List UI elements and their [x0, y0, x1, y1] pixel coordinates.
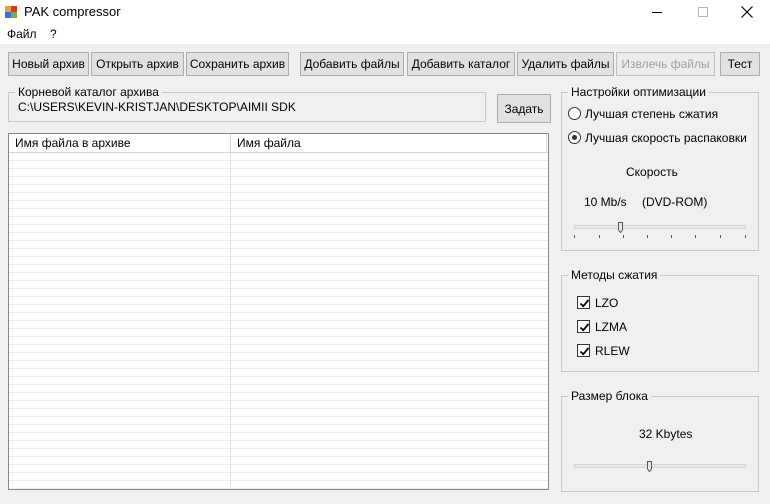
title-bar: PAK compressor: [0, 0, 770, 24]
test-button[interactable]: Тест: [720, 52, 760, 76]
checkbox-rlew[interactable]: [577, 344, 590, 357]
delete-files-button[interactable]: Удалить файлы: [517, 52, 614, 76]
block-size-value: 32 Kbytes: [639, 427, 693, 441]
lzma-label[interactable]: LZMA: [595, 320, 627, 334]
extract-files-button[interactable]: Извлечь файлы: [616, 52, 715, 76]
checkbox-lzo[interactable]: [577, 296, 590, 309]
speed-tick: [695, 235, 696, 238]
optimization-title: Настройки оптимизации: [568, 85, 709, 99]
menu-help[interactable]: ?: [50, 27, 57, 41]
file-list-body[interactable]: [9, 153, 548, 489]
close-icon: [741, 6, 753, 18]
column-file-name[interactable]: Имя файла: [231, 134, 547, 153]
speed-device: (DVD-ROM): [642, 195, 708, 209]
block-size-slider-thumb[interactable]: [647, 461, 652, 472]
root-dir-path: C:\USERS\KEVIN-KRISTJAN\DESKTOP\AIMII SD…: [18, 100, 296, 114]
speed-tick: [671, 235, 672, 238]
check-icon: [579, 299, 590, 308]
lzo-label[interactable]: LZO: [595, 296, 618, 310]
compression-methods-group: Методы сжатия LZO LZMA RLEW: [561, 268, 759, 372]
menu-bar: Файл ?: [0, 24, 770, 44]
block-size-slider-track: [574, 464, 746, 468]
checkbox-lzma[interactable]: [577, 320, 590, 333]
minimize-button[interactable]: [634, 0, 680, 24]
file-list[interactable]: Имя файла в архиве Имя файла: [8, 133, 549, 490]
menu-file[interactable]: Файл: [7, 27, 37, 41]
column-divider: [230, 153, 231, 489]
radio-best-speed[interactable]: [568, 131, 581, 144]
block-size-title: Размер блока: [568, 389, 651, 403]
check-icon: [579, 347, 590, 356]
column-archive-name[interactable]: Имя файла в архиве: [9, 134, 231, 153]
speed-tick: [647, 235, 648, 238]
speed-tick: [720, 235, 721, 238]
maximize-button[interactable]: [680, 0, 726, 24]
speed-tick: [574, 235, 575, 238]
open-archive-button[interactable]: Открыть архив: [91, 52, 184, 76]
save-archive-button[interactable]: Сохранить архив: [186, 52, 289, 76]
root-dir-group: Корневой каталог архива C:\USERS\KEVIN-K…: [8, 85, 486, 122]
speed-slider-thumb[interactable]: [618, 222, 623, 233]
close-button[interactable]: [724, 0, 770, 24]
speed-tick: [623, 235, 624, 238]
root-dir-title: Корневой каталог архива: [15, 85, 162, 99]
set-root-dir-button[interactable]: Задать: [497, 94, 551, 123]
optimization-group: Настройки оптимизации Лучшая степень сжа…: [561, 85, 759, 251]
block-size-group: Размер блока 32 Kbytes: [561, 389, 759, 492]
compression-methods-title: Методы сжатия: [568, 268, 661, 282]
best-speed-label[interactable]: Лучшая скорость распаковки: [585, 131, 747, 145]
rlew-label[interactable]: RLEW: [595, 344, 630, 358]
speed-label: Скорость: [626, 165, 678, 179]
add-folder-button[interactable]: Добавить каталог: [407, 52, 515, 76]
minimize-icon: [652, 12, 662, 13]
window-title: PAK compressor: [24, 4, 121, 19]
speed-tick: [745, 235, 746, 238]
maximize-icon: [698, 7, 708, 17]
speed-value: 10 Mb/s: [584, 195, 627, 209]
file-list-header: Имя файла в архиве Имя файла: [9, 134, 548, 153]
new-archive-button[interactable]: Новый архив: [8, 52, 89, 76]
best-compression-label[interactable]: Лучшая степень сжатия: [585, 107, 718, 121]
speed-tick: [599, 235, 600, 238]
app-icon: [5, 6, 17, 18]
radio-best-compression[interactable]: [568, 107, 581, 120]
speed-slider-track: [574, 225, 746, 229]
check-icon: [579, 323, 590, 332]
add-files-button[interactable]: Добавить файлы: [300, 52, 404, 76]
